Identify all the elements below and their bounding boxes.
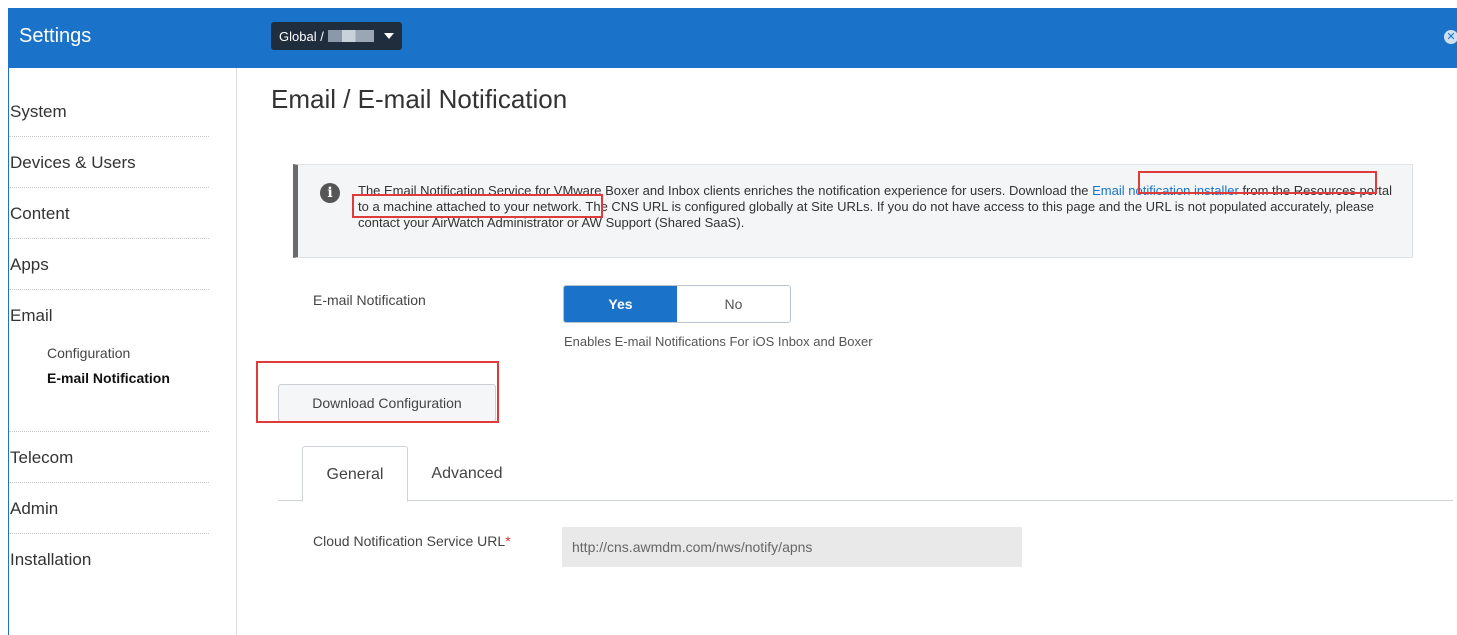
highlight-box-download-configuration <box>256 361 499 423</box>
cns-url-label-text: Cloud Notification Service URL <box>313 533 506 549</box>
page-title: Email / E-mail Notification <box>271 84 568 114</box>
email-notification-label: E-mail Notification <box>313 292 426 308</box>
email-notification-yes-option[interactable]: Yes <box>564 286 677 322</box>
info-icon: i <box>320 183 340 203</box>
org-name-redacted <box>327 30 374 42</box>
sidebar-item-email-label: Email <box>10 306 53 325</box>
org-prefix: Global / <box>279 28 324 44</box>
top-bar: Settings Global / ✕ <box>9 8 1457 68</box>
required-asterisk: * <box>505 533 511 549</box>
sidebar-subitem-email-notification[interactable]: E-mail Notification <box>47 370 170 386</box>
highlight-box-resources-portal <box>352 194 603 218</box>
email-notification-helper-text: Enables E-mail Notifications For iOS Inb… <box>564 334 873 349</box>
main-content: Email / E-mail Notification i The Email … <box>238 68 1457 635</box>
settings-sidebar: System Devices & Users Content Apps Emai… <box>9 68 237 635</box>
chevron-down-icon <box>383 33 394 39</box>
sidebar-item-installation[interactable]: Installation <box>9 534 209 585</box>
sidebar-item-email[interactable]: Email <box>9 290 209 432</box>
app-title: Settings <box>19 25 92 47</box>
email-notification-no-option[interactable]: No <box>677 286 790 322</box>
sidebar-subitem-configuration[interactable]: Configuration <box>47 345 130 361</box>
tab-advanced[interactable]: Advanced <box>426 446 508 501</box>
email-notification-toggle: Yes No <box>563 285 791 323</box>
cns-url-label: Cloud Notification Service URL* <box>313 533 511 549</box>
sidebar-item-telecom[interactable]: Telecom <box>9 432 209 483</box>
organization-group-selector[interactable]: Global / <box>271 22 402 50</box>
close-icon[interactable]: ✕ <box>1444 30 1457 44</box>
sidebar-item-content[interactable]: Content <box>9 188 209 239</box>
sidebar-item-admin[interactable]: Admin <box>9 483 209 534</box>
settings-tabs: General Advanced <box>278 446 1453 502</box>
sidebar-item-system[interactable]: System <box>9 86 209 137</box>
sidebar-item-devices-users[interactable]: Devices & Users <box>9 137 209 188</box>
sidebar-item-apps[interactable]: Apps <box>9 239 209 290</box>
highlight-box-link <box>1138 171 1377 194</box>
settings-window: Settings Global / ✕ System Devices & Use… <box>8 8 1457 635</box>
cns-url-input[interactable] <box>562 527 1022 567</box>
tab-general[interactable]: General <box>302 446 408 502</box>
